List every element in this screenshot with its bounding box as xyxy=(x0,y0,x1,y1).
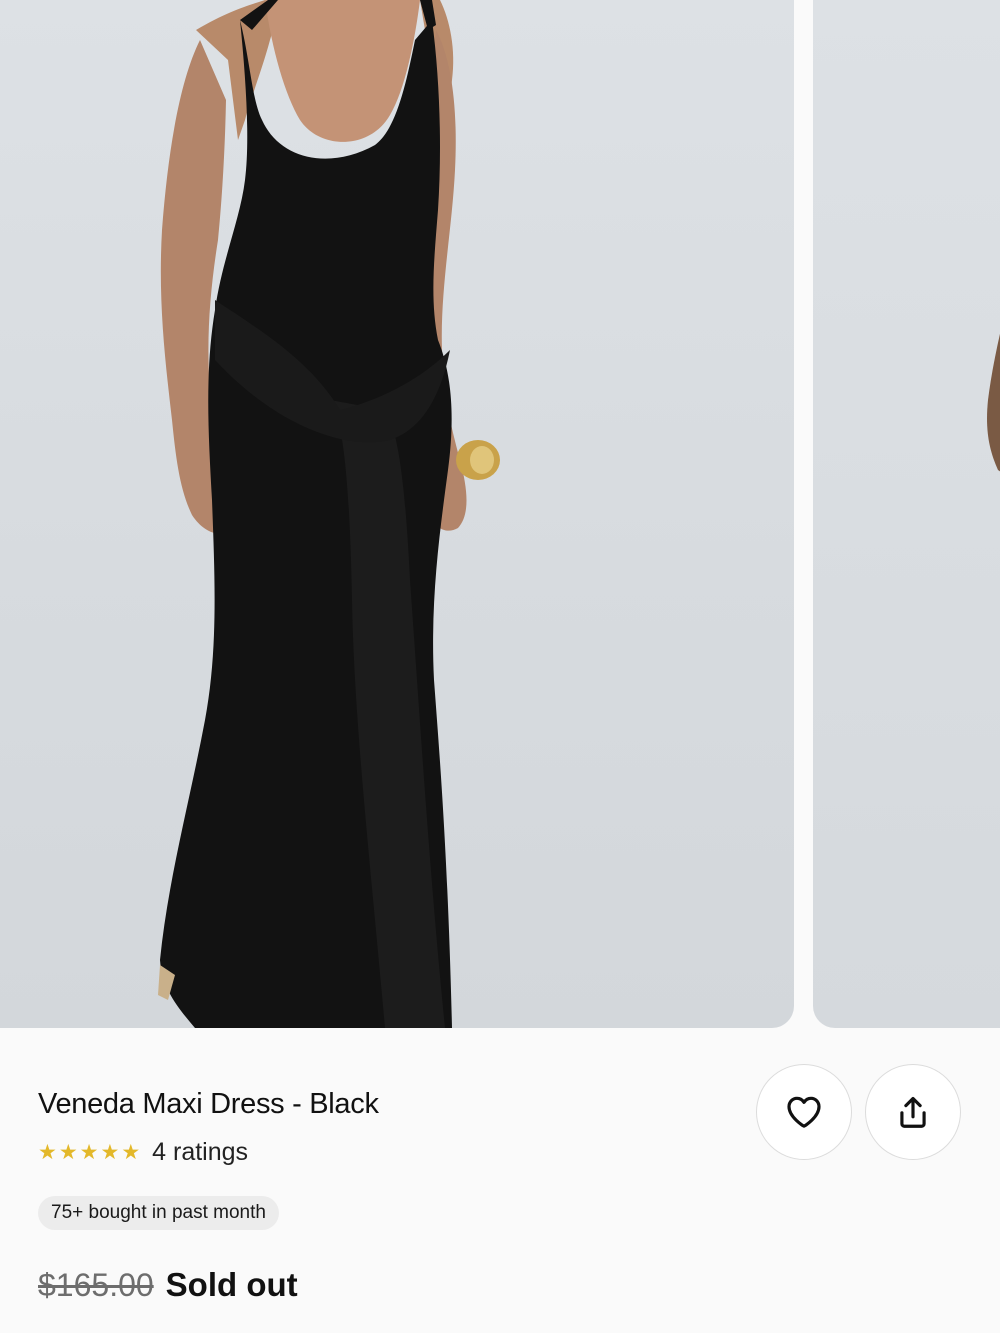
popularity-badge: 75+ bought in past month xyxy=(38,1196,279,1230)
product-info-panel: Veneda Maxi Dress - Black ★ ★ ★ ★ ★ 4 ra… xyxy=(0,1028,1000,1333)
original-price: $165.00 xyxy=(38,1267,154,1303)
product-image-carousel[interactable] xyxy=(0,0,1000,1028)
dress-photo xyxy=(158,0,500,1028)
favorite-button[interactable] xyxy=(756,1064,852,1160)
star-icon: ★ xyxy=(38,1141,57,1164)
product-image-main[interactable] xyxy=(0,0,794,1028)
heart-icon xyxy=(787,1096,821,1128)
star-icon: ★ xyxy=(100,1141,120,1164)
stock-status: Sold out xyxy=(165,1266,298,1303)
product-title: Veneda Maxi Dress - Black xyxy=(38,1088,379,1120)
rating-count[interactable]: 4 ratings xyxy=(152,1138,248,1167)
share-button[interactable] xyxy=(865,1064,961,1160)
next-photo-peek xyxy=(987,333,1000,472)
star-icon: ★ xyxy=(79,1141,99,1164)
star-icon: ★ xyxy=(58,1141,78,1164)
rating-row[interactable]: ★ ★ ★ ★ ★ 4 ratings xyxy=(38,1138,248,1167)
star-icon: ★ xyxy=(121,1141,141,1164)
star-rating: ★ ★ ★ ★ ★ xyxy=(38,1142,140,1163)
share-icon xyxy=(900,1096,926,1128)
price-row: $165.00 Sold out xyxy=(38,1266,298,1304)
product-image-next[interactable] xyxy=(813,0,1000,1028)
